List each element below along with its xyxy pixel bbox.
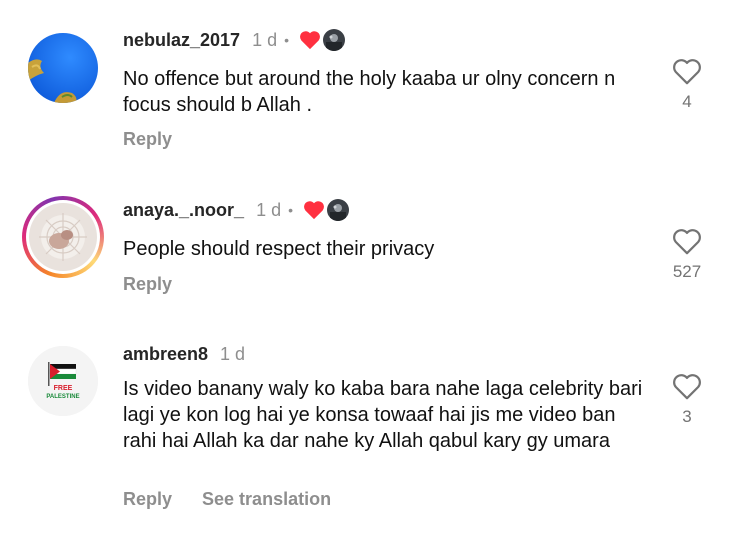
creator-liked-heart-icon bbox=[299, 30, 321, 50]
separator-dot: • bbox=[284, 32, 289, 48]
username[interactable]: anaya._.noor_ bbox=[123, 200, 244, 221]
creator-liked-heart-icon bbox=[303, 200, 325, 220]
avatar-story-ring[interactable] bbox=[22, 196, 104, 278]
comment-actions: Reply See translation bbox=[123, 489, 331, 510]
reply-button[interactable]: Reply bbox=[123, 489, 172, 510]
separator-dot: • bbox=[288, 202, 293, 218]
creator-mini-avatar bbox=[323, 29, 345, 51]
floral-avatar-icon bbox=[29, 203, 97, 271]
avatar-text-palestine: PALESTINE bbox=[46, 394, 79, 400]
comment-text: Is video banany waly ko kaba bara nahe l… bbox=[123, 378, 643, 452]
like-control: 4 bbox=[668, 58, 706, 112]
heart-outline-icon[interactable] bbox=[672, 58, 702, 85]
comment-meta: ambreen8 1 d bbox=[123, 342, 245, 366]
avatar-text-free: FREE bbox=[54, 385, 73, 392]
like-control: 527 bbox=[668, 228, 706, 282]
heart-outline-icon[interactable] bbox=[672, 373, 702, 400]
reply-button[interactable]: Reply bbox=[123, 129, 172, 150]
like-count: 527 bbox=[672, 262, 702, 281]
heart-outline-icon[interactable] bbox=[672, 228, 702, 255]
timestamp: 1 d bbox=[252, 29, 278, 50]
comment-text: People should respect their privacy bbox=[123, 238, 435, 260]
comment-actions: Reply bbox=[123, 274, 172, 295]
username[interactable]: ambreen8 bbox=[123, 344, 208, 365]
avatar[interactable]: FREE PALESTINE bbox=[28, 346, 98, 416]
free-palestine-flag-icon: FREE PALESTINE bbox=[28, 346, 98, 416]
see-translation-button[interactable]: See translation bbox=[202, 489, 331, 510]
like-count: 3 bbox=[682, 407, 692, 426]
username[interactable]: nebulaz_2017 bbox=[123, 30, 240, 51]
timestamp: 1 d bbox=[220, 343, 246, 364]
avatar[interactable] bbox=[28, 33, 98, 103]
comment-meta: nebulaz_2017 1 d • bbox=[123, 28, 345, 52]
comment-meta: anaya._.noor_ 1 d • bbox=[123, 198, 349, 222]
like-count: 4 bbox=[682, 92, 692, 111]
comment-text: No offence but around the holy kaaba ur … bbox=[123, 68, 616, 116]
blue-sky-leaves-icon bbox=[28, 33, 98, 103]
like-control: 3 bbox=[668, 373, 706, 427]
reply-button[interactable]: Reply bbox=[123, 274, 172, 295]
creator-mini-avatar bbox=[327, 199, 349, 221]
comment-actions: Reply bbox=[123, 129, 172, 150]
timestamp: 1 d bbox=[256, 199, 282, 220]
avatar bbox=[29, 203, 97, 271]
